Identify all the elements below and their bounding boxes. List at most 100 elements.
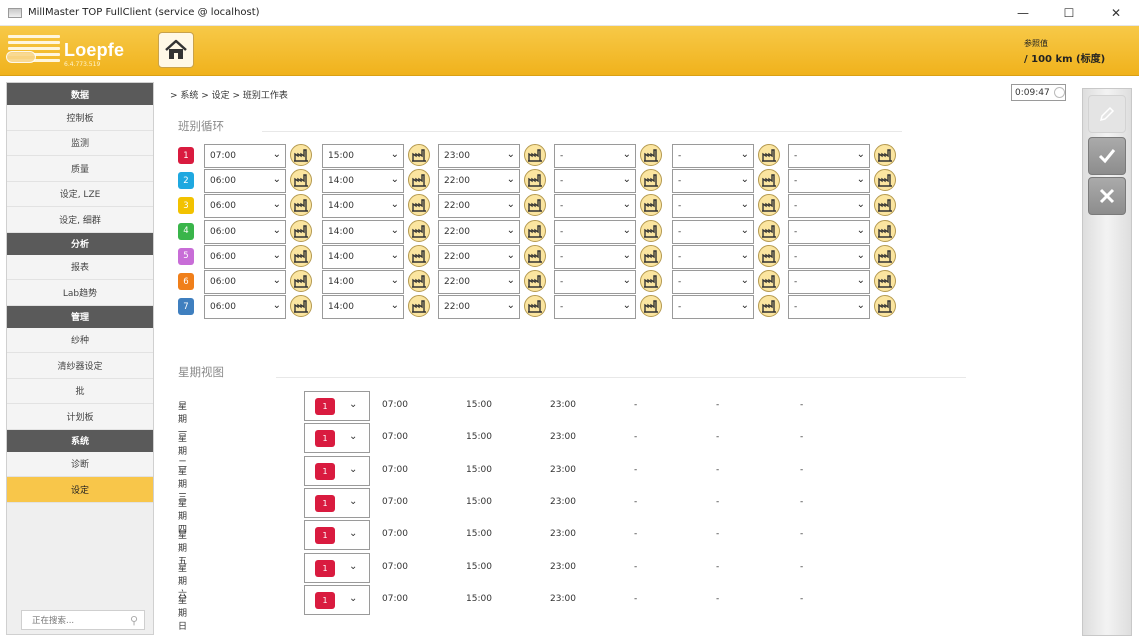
- factory-icon-button[interactable]: [290, 270, 312, 292]
- factory-icon-button[interactable]: [758, 244, 780, 267]
- shift-time-select[interactable]: - ⌄: [554, 270, 636, 294]
- close-button[interactable]: ✕: [1093, 0, 1139, 26]
- factory-icon-button[interactable]: [758, 144, 780, 166]
- sidebar-item[interactable]: 质量: [7, 156, 153, 182]
- shift-time-select[interactable]: 14:00 ⌄: [322, 244, 404, 269]
- factory-icon-button[interactable]: [524, 219, 546, 242]
- factory-icon-button[interactable]: [524, 144, 546, 166]
- factory-icon-button[interactable]: [290, 219, 312, 242]
- shift-time-select[interactable]: 22:00 ⌄: [438, 244, 520, 269]
- factory-icon-button[interactable]: [874, 270, 896, 292]
- factory-icon-button[interactable]: [408, 244, 430, 267]
- factory-icon-button[interactable]: [524, 244, 546, 267]
- shift-time-select[interactable]: - ⌄: [672, 169, 754, 194]
- shift-time-select[interactable]: 06:00 ⌄: [204, 194, 286, 219]
- shift-time-select[interactable]: - ⌄: [554, 144, 636, 168]
- sidebar-item[interactable]: 计划板: [7, 404, 153, 430]
- factory-icon-button[interactable]: [290, 169, 312, 192]
- shift-time-select[interactable]: - ⌄: [554, 169, 636, 194]
- factory-icon-button[interactable]: [290, 244, 312, 267]
- day-shift-select[interactable]: 1 ⌄: [304, 455, 370, 486]
- sidebar-item[interactable]: 监测: [7, 130, 153, 156]
- shift-time-select[interactable]: - ⌄: [672, 270, 754, 294]
- sidebar-item[interactable]: 纱种: [7, 327, 153, 353]
- factory-icon-button[interactable]: [290, 144, 312, 166]
- factory-icon-button[interactable]: [408, 270, 430, 292]
- minimize-button[interactable]: —: [1000, 0, 1046, 26]
- sidebar-item[interactable]: 设定, LZE: [7, 181, 153, 207]
- factory-icon-button[interactable]: [874, 169, 896, 192]
- day-shift-select[interactable]: 1 ⌄: [304, 520, 370, 551]
- day-shift-select[interactable]: 1 ⌄: [304, 391, 370, 421]
- factory-icon-button[interactable]: [290, 295, 312, 318]
- factory-icon-button[interactable]: [524, 295, 546, 318]
- shift-time-select[interactable]: - ⌄: [788, 169, 870, 194]
- factory-icon-button[interactable]: [758, 219, 780, 242]
- shift-time-select[interactable]: 14:00 ⌄: [322, 169, 404, 194]
- factory-icon-button[interactable]: [758, 270, 780, 292]
- shift-time-select[interactable]: 22:00 ⌄: [438, 194, 520, 219]
- shift-time-select[interactable]: - ⌄: [672, 244, 754, 269]
- sidebar-item[interactable]: 设定, 细群: [7, 207, 153, 233]
- factory-icon-button[interactable]: [524, 270, 546, 292]
- factory-icon-button[interactable]: [758, 194, 780, 217]
- shift-time-select[interactable]: - ⌄: [672, 219, 754, 244]
- factory-icon-button[interactable]: [640, 295, 662, 318]
- shift-time-select[interactable]: 06:00 ⌄: [204, 219, 286, 244]
- maximize-button[interactable]: ☐: [1046, 0, 1092, 26]
- shift-time-select[interactable]: 14:00 ⌄: [322, 194, 404, 219]
- day-shift-select[interactable]: 1 ⌄: [304, 487, 370, 518]
- factory-icon-button[interactable]: [640, 270, 662, 292]
- shift-time-select[interactable]: - ⌄: [788, 194, 870, 219]
- shift-time-select[interactable]: 15:00 ⌄: [322, 144, 404, 168]
- factory-icon-button[interactable]: [758, 295, 780, 318]
- factory-icon-button[interactable]: [408, 295, 430, 318]
- shift-time-select[interactable]: - ⌄: [554, 219, 636, 244]
- day-shift-select[interactable]: 1 ⌄: [304, 423, 370, 454]
- sidebar-item[interactable]: 报表: [7, 254, 153, 280]
- shift-time-select[interactable]: - ⌄: [672, 295, 754, 320]
- factory-icon-button[interactable]: [640, 194, 662, 217]
- factory-icon-button[interactable]: [874, 219, 896, 242]
- shift-time-select[interactable]: 06:00 ⌄: [204, 244, 286, 269]
- shift-time-select[interactable]: 23:00 ⌄: [438, 144, 520, 168]
- shift-time-select[interactable]: 22:00 ⌄: [438, 295, 520, 320]
- factory-icon-button[interactable]: [290, 194, 312, 217]
- shift-time-select[interactable]: 06:00 ⌄: [204, 295, 286, 320]
- shift-time-select[interactable]: 14:00 ⌄: [322, 270, 404, 294]
- sidebar-search-input[interactable]: 正在搜索... ⚲: [21, 610, 145, 630]
- shift-time-select[interactable]: - ⌄: [554, 295, 636, 320]
- factory-icon-button[interactable]: [640, 244, 662, 267]
- factory-icon-button[interactable]: [874, 295, 896, 318]
- shift-time-select[interactable]: 14:00 ⌄: [322, 219, 404, 244]
- cancel-button[interactable]: [1088, 177, 1126, 215]
- factory-icon-button[interactable]: [640, 144, 662, 166]
- sidebar-item[interactable]: 设定: [7, 477, 153, 503]
- factory-icon-button[interactable]: [524, 194, 546, 217]
- shift-time-select[interactable]: - ⌄: [554, 244, 636, 269]
- shift-time-select[interactable]: - ⌄: [788, 144, 870, 168]
- factory-icon-button[interactable]: [524, 169, 546, 192]
- sidebar-item[interactable]: 诊断: [7, 451, 153, 477]
- shift-time-select[interactable]: - ⌄: [554, 194, 636, 219]
- factory-icon-button[interactable]: [408, 169, 430, 192]
- shift-time-select[interactable]: 22:00 ⌄: [438, 270, 520, 294]
- sidebar-item[interactable]: 批: [7, 378, 153, 404]
- factory-icon-button[interactable]: [408, 144, 430, 166]
- factory-icon-button[interactable]: [640, 169, 662, 192]
- home-button[interactable]: [158, 32, 194, 68]
- shift-time-select[interactable]: 06:00 ⌄: [204, 169, 286, 194]
- factory-icon-button[interactable]: [408, 219, 430, 242]
- factory-icon-button[interactable]: [758, 169, 780, 192]
- sidebar-item[interactable]: 清纱器设定: [7, 353, 153, 379]
- shift-time-select[interactable]: - ⌄: [788, 295, 870, 320]
- factory-icon-button[interactable]: [874, 244, 896, 267]
- shift-time-select[interactable]: 14:00 ⌄: [322, 295, 404, 320]
- shift-time-select[interactable]: 07:00 ⌄: [204, 144, 286, 168]
- day-shift-select[interactable]: 1 ⌄: [304, 584, 370, 615]
- factory-icon-button[interactable]: [874, 144, 896, 166]
- shift-time-select[interactable]: - ⌄: [672, 144, 754, 168]
- shift-time-select[interactable]: - ⌄: [788, 270, 870, 294]
- accept-button[interactable]: [1088, 137, 1126, 175]
- factory-icon-button[interactable]: [408, 194, 430, 217]
